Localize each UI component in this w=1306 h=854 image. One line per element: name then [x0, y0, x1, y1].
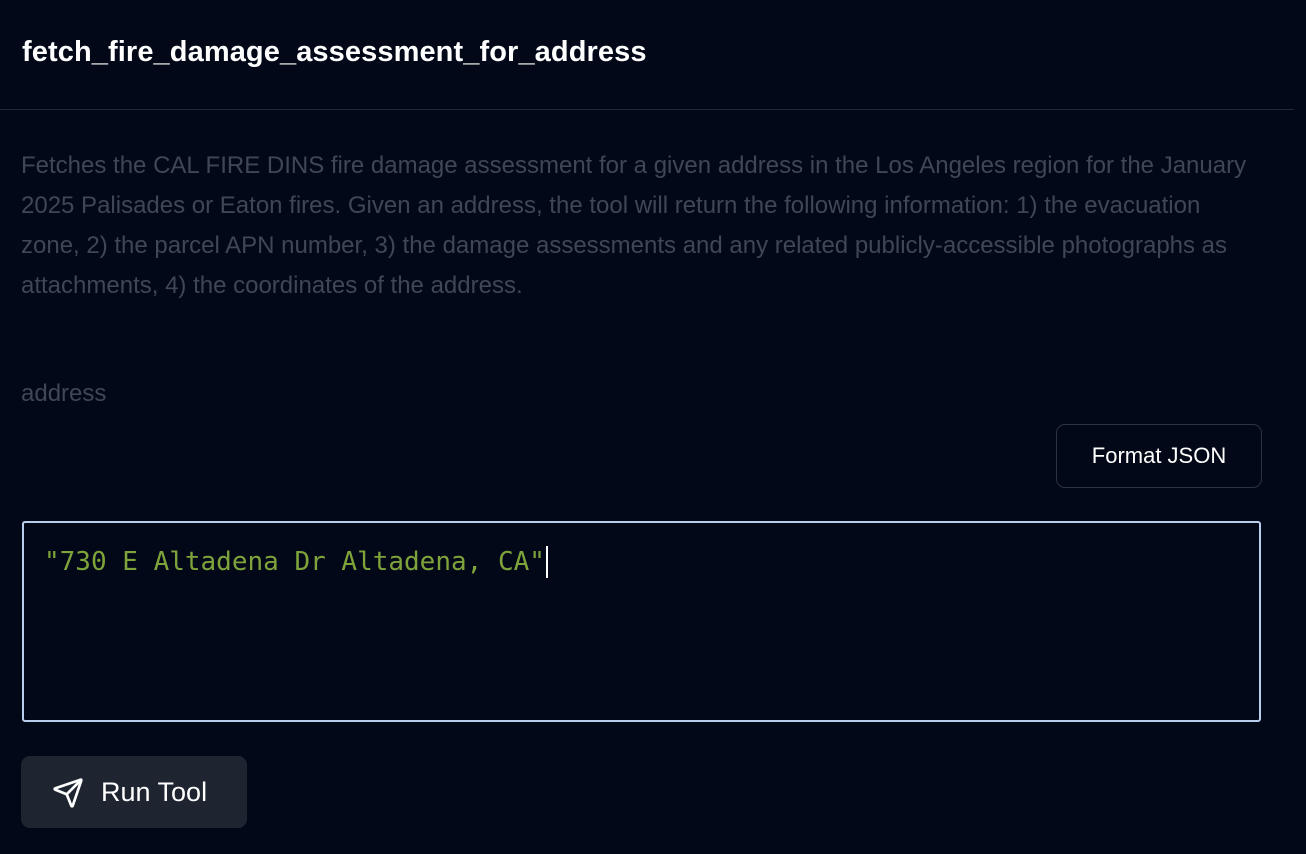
run-tool-button[interactable]: Run Tool: [21, 756, 247, 828]
address-json-value-line: "730 E Altadena Dr Altadena, CA": [44, 546, 548, 578]
address-json-editor[interactable]: "730 E Altadena Dr Altadena, CA": [22, 521, 1261, 722]
tool-description: Fetches the CAL FIRE DINS fire damage as…: [21, 152, 1247, 299]
send-icon: [52, 777, 84, 809]
address-json-value: "730 E Altadena Dr Altadena, CA": [44, 547, 545, 577]
format-json-button[interactable]: Format JSON: [1056, 424, 1262, 488]
tool-title: fetch_fire_damage_assessment_for_address: [22, 36, 647, 68]
address-param-label: address: [21, 380, 107, 407]
run-tool-label: Run Tool: [101, 777, 208, 807]
text-cursor: [545, 546, 548, 578]
tool-header: fetch_fire_damage_assessment_for_address: [0, 0, 1294, 110]
